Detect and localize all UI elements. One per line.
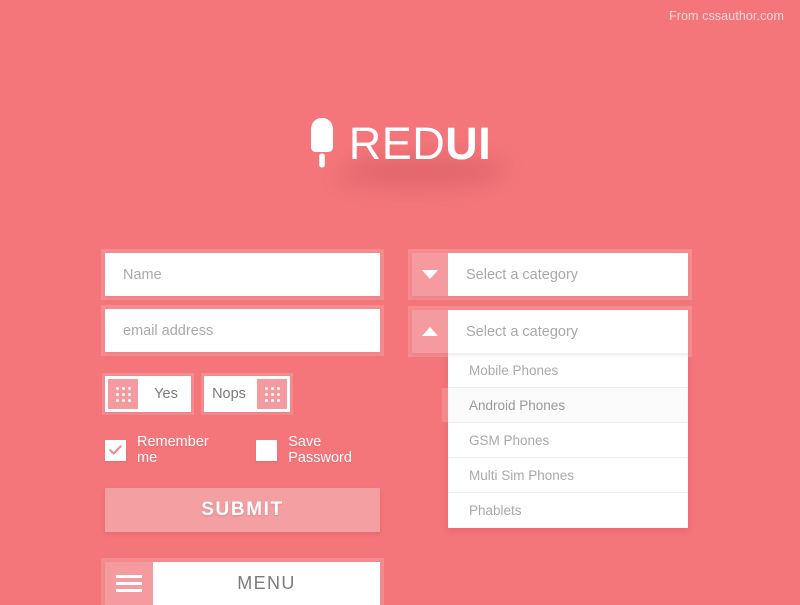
grip-dots-icon: [108, 379, 138, 409]
toggle-nops[interactable]: Nops: [204, 376, 290, 412]
logo: REDUI: [309, 117, 512, 189]
category-select-collapsed[interactable]: Select a category: [412, 253, 688, 296]
hamburger-icon[interactable]: [105, 562, 153, 605]
dropdown-option-multi-sim-phones[interactable]: Multi Sim Phones: [448, 458, 688, 493]
select-column: Select a category Select a category Mobi…: [412, 253, 688, 528]
email-input[interactable]: [105, 309, 380, 352]
category-dropdown-list: Mobile Phones Android Phones GSM Phones …: [442, 353, 688, 528]
chevron-up-icon[interactable]: [412, 310, 448, 353]
checkbox-remember-me[interactable]: Remember me: [105, 434, 224, 466]
category-select-collapsed-value: Select a category: [466, 266, 579, 283]
logo-text-light: RED: [348, 117, 446, 169]
grip-dots-icon: [257, 379, 287, 409]
toggle-row: Yes Nops: [105, 376, 380, 412]
checkbox-remember-me-label: Remember me: [137, 434, 209, 466]
checkbox-save-password[interactable]: Save Password: [256, 434, 380, 466]
dropdown-option-android-phones[interactable]: Android Phones: [442, 388, 688, 423]
popsicle-icon: [310, 118, 333, 168]
attribution-text: From cssauthor.com: [668, 9, 784, 23]
checkbox-row: Remember me Save Password: [105, 434, 380, 466]
checkbox-save-password-label: Save Password: [288, 434, 352, 466]
submit-button[interactable]: SUBMIT: [105, 488, 380, 532]
checkbox-box-unchecked[interactable]: [256, 439, 278, 461]
category-select-expanded-value: Select a category: [466, 323, 579, 340]
checkbox-box-checked[interactable]: [105, 439, 126, 461]
check-icon: [109, 444, 122, 455]
toggle-yes[interactable]: Yes: [105, 376, 191, 412]
dropdown-option-gsm-phones[interactable]: GSM Phones: [448, 423, 688, 458]
menu-button[interactable]: MENU: [105, 562, 380, 605]
name-input[interactable]: [105, 253, 380, 296]
logo-text-bold: UI: [445, 117, 492, 169]
category-select-expanded[interactable]: Select a category: [412, 310, 688, 353]
menu-button-label: MENU: [237, 573, 296, 593]
form-column: Yes Nops Remember me Save Password SUBMI…: [105, 253, 380, 605]
logo-header: REDUI: [0, 103, 800, 189]
chevron-down-icon[interactable]: [412, 253, 448, 296]
dropdown-option-mobile-phones[interactable]: Mobile Phones: [448, 353, 688, 388]
logo-text: REDUI: [349, 121, 492, 166]
toggle-nops-label: Nops: [212, 386, 246, 402]
dropdown-option-phablets[interactable]: Phablets: [448, 493, 688, 528]
toggle-yes-label: Yes: [154, 386, 178, 402]
